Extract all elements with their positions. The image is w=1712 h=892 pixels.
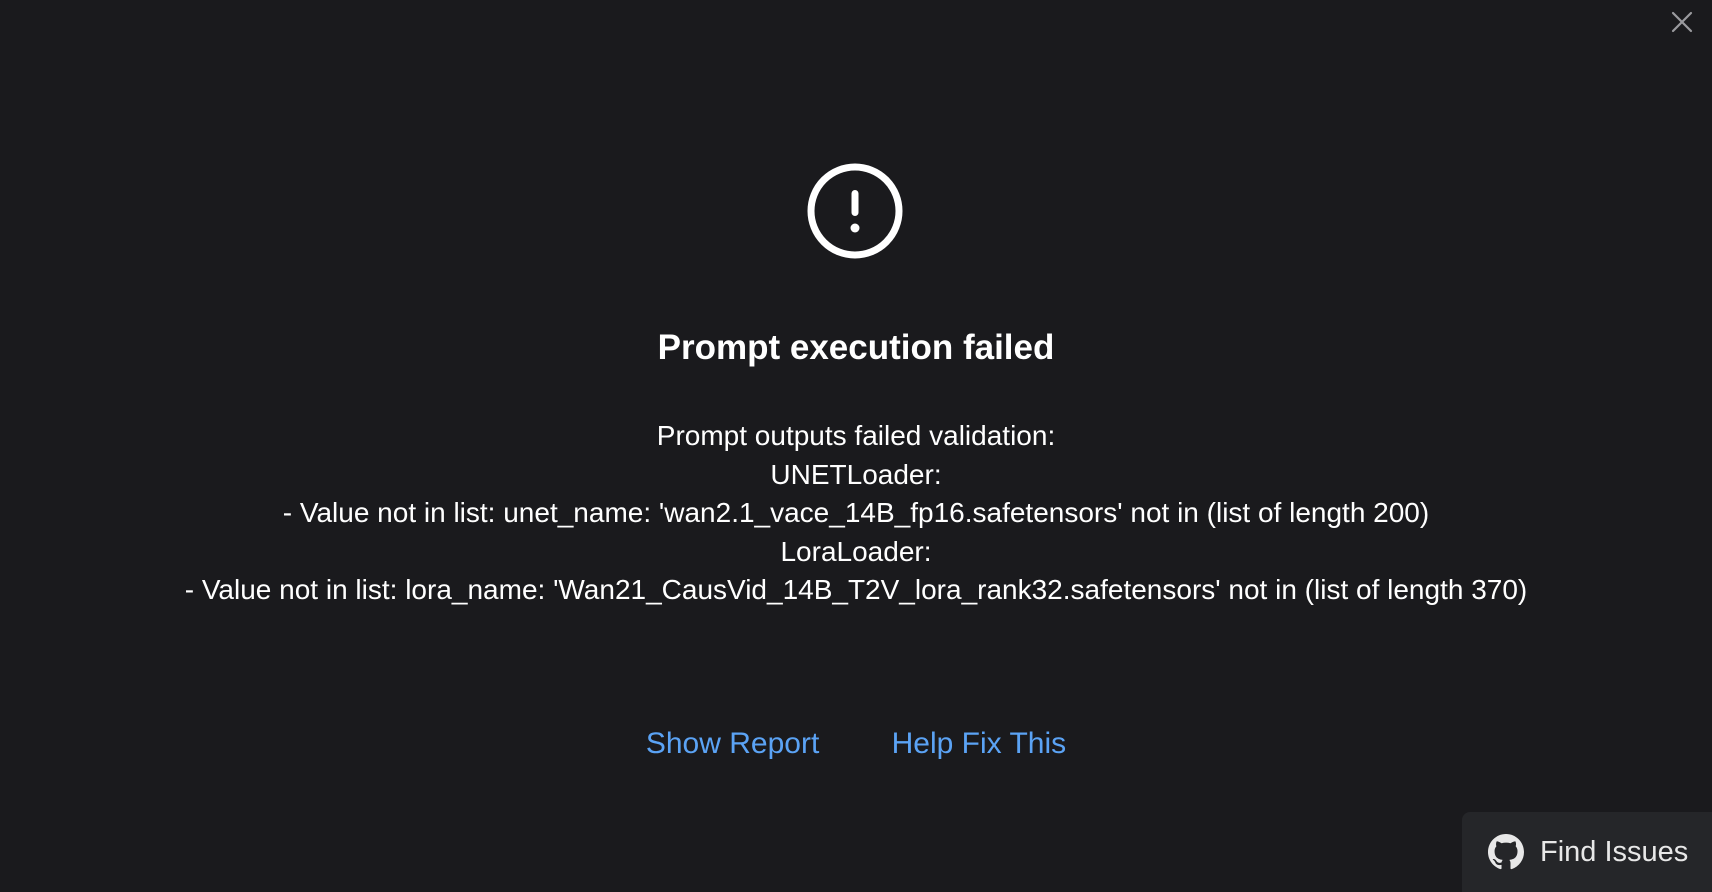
dialog-title: Prompt execution failed bbox=[657, 328, 1055, 367]
find-issues-button[interactable]: Find Issues bbox=[1462, 812, 1712, 892]
close-button[interactable] bbox=[1666, 6, 1698, 38]
github-icon bbox=[1488, 834, 1524, 870]
close-icon bbox=[1671, 11, 1693, 33]
show-report-link[interactable]: Show Report bbox=[646, 722, 819, 766]
message-line: - Value not in list: unet_name: 'wan2.1_… bbox=[282, 497, 1430, 528]
dialog-actions: Show Report Help Fix This bbox=[0, 722, 1712, 766]
find-issues-label: Find Issues bbox=[1540, 835, 1689, 868]
message-line: LoraLoader: bbox=[780, 535, 932, 567]
exclamation-circle-icon bbox=[806, 162, 904, 260]
message-line: UNETLoader: bbox=[770, 458, 942, 490]
error-message: Prompt outputs failed validation: UNETLo… bbox=[0, 417, 1712, 610]
help-fix-link[interactable]: Help Fix This bbox=[892, 722, 1067, 766]
message-line: - Value not in list: lora_name: 'Wan21_C… bbox=[184, 574, 1528, 605]
message-line: Prompt outputs failed validation: bbox=[656, 420, 1056, 451]
